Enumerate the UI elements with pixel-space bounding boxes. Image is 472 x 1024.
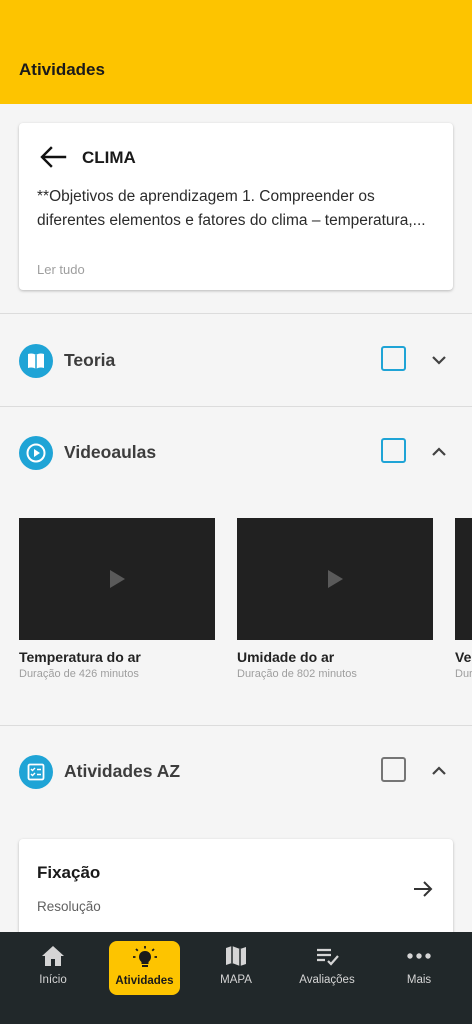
video-duration: Dur: [455, 668, 472, 680]
bottom-navigation: Início Atividades MAPA Avaliações Mais: [0, 932, 472, 1024]
video-thumbnail: [237, 518, 433, 640]
nav-label: Mais: [406, 974, 432, 986]
video-card[interactable]: Ve Dur: [455, 518, 472, 680]
videoaulas-checkbox[interactable]: [381, 438, 406, 463]
topic-title: CLIMA: [82, 148, 136, 167]
play-icon: [328, 570, 343, 588]
more-icon: [396, 942, 442, 970]
atividades-az-checkbox[interactable]: [381, 757, 406, 782]
checklist-icon: [294, 942, 360, 970]
video-thumbnail: [19, 518, 215, 640]
arrow-right-icon[interactable]: [412, 879, 434, 899]
play-circle-icon: [19, 436, 53, 470]
play-icon: [110, 570, 125, 588]
section-teoria[interactable]: Teoria: [0, 334, 472, 390]
teoria-checkbox[interactable]: [381, 346, 406, 371]
chevron-up-icon[interactable]: [429, 761, 449, 781]
section-label: Videoaulas: [64, 442, 157, 462]
chevron-up-icon[interactable]: [429, 442, 449, 462]
divider: [0, 406, 472, 407]
page-title: Atividades: [19, 60, 105, 79]
video-duration: Duração de 426 minutos: [19, 668, 139, 680]
assignment-icon: [19, 755, 53, 789]
nav-label: MAPA: [220, 974, 252, 986]
activity-subtitle: Resolução: [37, 899, 101, 914]
section-videoaulas[interactable]: Videoaulas: [0, 426, 472, 482]
nav-item-mais[interactable]: Mais: [396, 942, 442, 1002]
arrow-left-icon: [40, 146, 67, 168]
section-atividades-az[interactable]: Atividades AZ: [0, 745, 472, 801]
video-title: Umidade do ar: [237, 649, 335, 665]
divider: [0, 725, 472, 726]
nav-item-inicio[interactable]: Início: [22, 942, 84, 1002]
nav-item-avaliacoes[interactable]: Avaliações: [294, 942, 360, 1002]
back-button[interactable]: [39, 145, 67, 169]
video-title: Temperatura do ar: [19, 649, 141, 665]
nav-label: Início: [39, 974, 67, 986]
nav-item-atividades[interactable]: Atividades: [109, 941, 180, 995]
nav-label: Avaliações: [299, 974, 355, 986]
app-bar: Atividades: [0, 0, 472, 104]
video-card[interactable]: Temperatura do ar Duração de 426 minutos: [19, 518, 215, 680]
video-duration: Duração de 802 minutos: [237, 668, 357, 680]
nav-label: Atividades: [115, 975, 174, 987]
video-title: Ve: [455, 649, 472, 665]
lightbulb-icon: [109, 941, 180, 973]
topic-description: **Objetivos de aprendizagem 1. Compreend…: [37, 188, 426, 229]
read-all-link[interactable]: Ler tudo: [37, 262, 85, 277]
nav-item-mapa[interactable]: MAPA: [206, 942, 266, 1002]
video-thumbnail: [455, 518, 472, 640]
chevron-down-icon[interactable]: [429, 350, 449, 370]
section-label: Atividades AZ: [64, 761, 181, 781]
home-icon: [22, 942, 84, 970]
topic-card: CLIMA **Objetivos de aprendizagem 1. Com…: [19, 123, 453, 290]
activity-title: Fixação: [37, 863, 101, 882]
video-card[interactable]: Umidade do ar Duração de 802 minutos: [237, 518, 433, 680]
map-icon: [206, 942, 266, 970]
divider: [0, 313, 472, 314]
book-icon: [19, 344, 53, 378]
section-label: Teoria: [64, 350, 116, 370]
